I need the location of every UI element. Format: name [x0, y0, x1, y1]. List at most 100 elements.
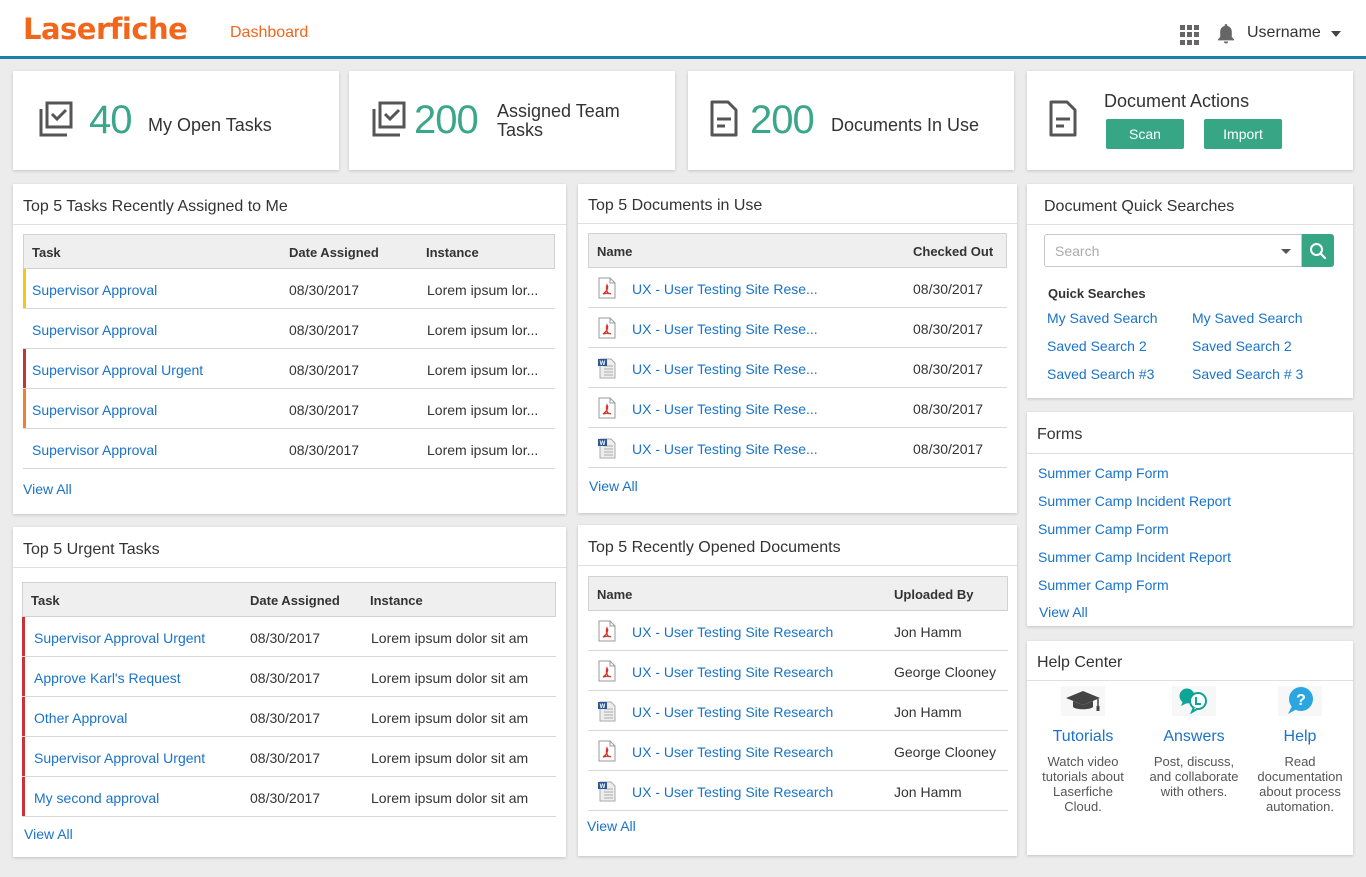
- help-item-help[interactable]: ? Help Read documentation about process …: [1252, 686, 1348, 814]
- table-header: Task Date Assigned Instance: [22, 582, 556, 617]
- quick-search-link[interactable]: My Saved Search: [1192, 310, 1303, 326]
- task-link[interactable]: Supervisor Approval: [32, 322, 157, 338]
- task-link[interactable]: Supervisor Approval: [32, 282, 157, 298]
- laserfiche-logo[interactable]: Laserfiche: [23, 12, 188, 46]
- form-link[interactable]: Summer Camp Incident Report: [1038, 493, 1231, 509]
- column-header-instance[interactable]: Instance: [370, 593, 423, 608]
- document-link[interactable]: UX - User Testing Site Research: [632, 784, 833, 800]
- document-link[interactable]: UX - User Testing Site Rese...: [632, 321, 818, 337]
- task-link[interactable]: Other Approval: [34, 710, 127, 726]
- document-actions-card: Document Actions Scan Import: [1027, 71, 1353, 170]
- document-link[interactable]: UX - User Testing Site Rese...: [632, 401, 818, 417]
- stat-card-my-open-tasks[interactable]: 40 My Open Tasks: [13, 71, 339, 170]
- username-menu[interactable]: Username: [1247, 24, 1321, 42]
- task-link[interactable]: Approve Karl's Request: [34, 670, 181, 686]
- column-header-name[interactable]: Name: [597, 244, 632, 259]
- document-link[interactable]: UX - User Testing Site Rese...: [632, 441, 818, 457]
- table-row[interactable]: W UX - User Testing Site Rese... 08/30/201…: [588, 428, 1007, 468]
- graduation-cap-icon: [1061, 686, 1105, 716]
- table-row[interactable]: Supervisor Approval Urgent 08/30/2017 Lore…: [23, 349, 555, 389]
- table-row[interactable]: UX - User Testing Site Research George Cl…: [588, 651, 1008, 691]
- chevron-down-icon[interactable]: [1331, 31, 1341, 37]
- help-item-tutorials[interactable]: Tutorials Watch video tutorials about La…: [1035, 686, 1131, 814]
- document-link[interactable]: UX - User Testing Site Research: [632, 744, 833, 760]
- task-link[interactable]: Supervisor Approval: [32, 442, 157, 458]
- recent-tasks-table: Task Date Assigned Instance Supervisor A…: [23, 234, 555, 469]
- table-row[interactable]: UX - User Testing Site Research George Cl…: [588, 731, 1008, 771]
- task-link[interactable]: Supervisor Approval Urgent: [34, 630, 205, 646]
- svg-text:W: W: [600, 784, 606, 790]
- column-header-instance[interactable]: Instance: [426, 245, 479, 260]
- recent-tasks-title: Top 5 Tasks Recently Assigned to Me: [13, 184, 566, 225]
- quick-search-link[interactable]: My Saved Search: [1047, 310, 1158, 326]
- apps-grid-icon[interactable]: [1180, 25, 1200, 45]
- form-link[interactable]: Summer Camp Form: [1038, 577, 1169, 593]
- docs-in-use-view-all-link[interactable]: View All: [589, 478, 638, 494]
- table-row[interactable]: UX - User Testing Site Rese... 08/30/2017: [588, 308, 1007, 348]
- help-item-answers[interactable]: Answers Post, discuss, and collaborate w…: [1146, 686, 1242, 799]
- document-link[interactable]: UX - User Testing Site Rese...: [632, 361, 818, 377]
- help-item-title[interactable]: Help: [1252, 728, 1348, 746]
- table-row[interactable]: Supervisor Approval 08/30/2017 Lorem ipsum…: [23, 429, 555, 469]
- column-header-name[interactable]: Name: [597, 587, 632, 602]
- document-link[interactable]: UX - User Testing Site Rese...: [632, 281, 818, 297]
- document-link[interactable]: UX - User Testing Site Research: [632, 624, 833, 640]
- table-row[interactable]: W UX - User Testing Site Research Jon Hamm: [588, 771, 1008, 811]
- table-row[interactable]: UX - User Testing Site Research Jon Hamm: [588, 611, 1008, 651]
- table-header: Task Date Assigned Instance: [23, 234, 555, 269]
- document-link[interactable]: UX - User Testing Site Research: [632, 664, 833, 680]
- scan-button[interactable]: Scan: [1106, 119, 1184, 149]
- nav-dashboard-link[interactable]: Dashboard: [230, 24, 308, 42]
- form-link[interactable]: Summer Camp Form: [1038, 521, 1169, 537]
- column-header-task[interactable]: Task: [32, 245, 61, 260]
- table-header: Name Uploaded By: [588, 576, 1008, 611]
- search-icon: [1310, 242, 1327, 259]
- quick-search-link[interactable]: Saved Search 2: [1192, 338, 1292, 354]
- column-header-date-assigned[interactable]: Date Assigned: [289, 245, 379, 260]
- table-row[interactable]: Other Approval 08/30/2017 Lorem ipsum dolo…: [22, 697, 556, 737]
- forms-view-all-link[interactable]: View All: [1039, 604, 1088, 620]
- bell-icon[interactable]: [1216, 23, 1236, 45]
- table-row[interactable]: Approve Karl's Request 08/30/2017 Lorem ip…: [22, 657, 556, 697]
- recent-tasks-view-all-link[interactable]: View All: [23, 481, 72, 497]
- table-row[interactable]: W UX - User Testing Site Research Jon Hamm: [588, 691, 1008, 731]
- table-row[interactable]: My second approval 08/30/2017 Lorem ipsum …: [22, 777, 556, 817]
- help-item-desc: Post, discuss, and collaborate with othe…: [1149, 754, 1239, 799]
- help-item-title[interactable]: Tutorials: [1035, 728, 1131, 746]
- column-header-uploaded-by[interactable]: Uploaded By: [894, 587, 973, 602]
- table-row[interactable]: UX - User Testing Site Rese... 08/30/2017: [588, 388, 1007, 428]
- table-row[interactable]: Supervisor Approval Urgent 08/30/2017 Lore…: [22, 617, 556, 657]
- column-header-task[interactable]: Task: [31, 593, 60, 608]
- urgent-tasks-table: Task Date Assigned Instance Supervisor A…: [22, 582, 556, 817]
- column-header-date-assigned[interactable]: Date Assigned: [250, 593, 340, 608]
- quick-search-link[interactable]: Saved Search 2: [1047, 338, 1147, 354]
- stat-card-documents-in-use[interactable]: 200 Documents In Use: [688, 71, 1014, 170]
- stat-card-assigned-team-tasks[interactable]: 200 Assigned Team Tasks: [349, 71, 675, 170]
- priority-indicator-red: [22, 617, 25, 656]
- form-link[interactable]: Summer Camp Incident Report: [1038, 549, 1231, 565]
- column-header-checked-out[interactable]: Checked Out: [913, 244, 993, 259]
- urgent-tasks-view-all-link[interactable]: View All: [24, 826, 73, 842]
- svg-text:W: W: [600, 441, 606, 447]
- checkbox-tasks-icon: [39, 101, 73, 137]
- table-row[interactable]: W UX - User Testing Site Rese... 08/30/201…: [588, 348, 1007, 388]
- document-link[interactable]: UX - User Testing Site Research: [632, 704, 833, 720]
- task-link[interactable]: My second approval: [34, 790, 159, 806]
- table-row[interactable]: Supervisor Approval Urgent 08/30/2017 Lore…: [22, 737, 556, 777]
- task-link[interactable]: Supervisor Approval Urgent: [34, 750, 205, 766]
- table-row[interactable]: Supervisor Approval 08/30/2017 Lorem ipsum…: [23, 269, 555, 309]
- recent-docs-view-all-link[interactable]: View All: [587, 818, 636, 834]
- search-button[interactable]: [1302, 234, 1334, 267]
- import-button[interactable]: Import: [1204, 119, 1282, 149]
- search-dropdown-caret-icon[interactable]: [1281, 249, 1291, 254]
- search-input[interactable]: [1045, 235, 1265, 266]
- table-row[interactable]: UX - User Testing Site Rese... 08/30/2017: [588, 268, 1007, 308]
- quick-search-link[interactable]: Saved Search #3: [1047, 366, 1154, 382]
- task-link[interactable]: Supervisor Approval: [32, 402, 157, 418]
- help-item-title[interactable]: Answers: [1146, 728, 1242, 746]
- task-link[interactable]: Supervisor Approval Urgent: [32, 362, 203, 378]
- form-link[interactable]: Summer Camp Form: [1038, 465, 1169, 481]
- quick-search-link[interactable]: Saved Search # 3: [1192, 366, 1303, 382]
- table-row[interactable]: Supervisor Approval 08/30/2017 Lorem ipsum…: [23, 309, 555, 349]
- table-row[interactable]: Supervisor Approval 08/30/2017 Lorem ipsum…: [23, 389, 555, 429]
